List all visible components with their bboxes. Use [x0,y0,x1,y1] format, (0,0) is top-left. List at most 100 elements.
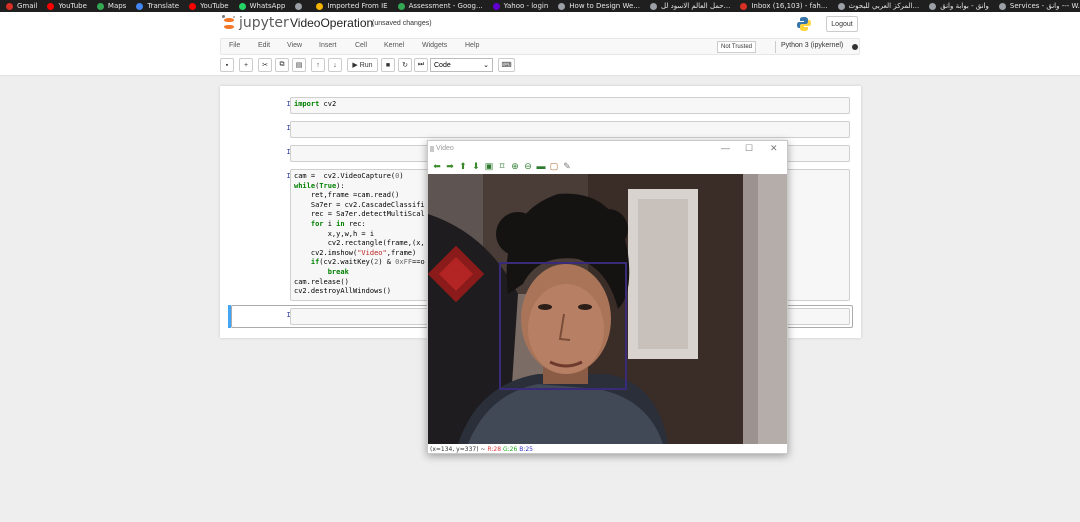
bookmark-favicon-icon [136,2,144,10]
video-status-bar: (x=134, y=337) ~ R:28 G:26 B:25 [430,446,533,453]
kernel-busy-icon [852,44,858,50]
jupyter-logo-text: jupyter [239,15,289,31]
menu-widgets[interactable]: Widgets [422,42,447,49]
bookmark-label: YouTube [200,2,229,10]
bookmark-item[interactable]: Yahoo - login [492,2,549,10]
minimize-icon[interactable]: — [721,143,730,153]
cell-input[interactable]: import cv2 [290,97,850,114]
cell-type-value: Code [434,61,451,69]
copy-icon[interactable]: ⧉ [275,58,289,72]
zoom-fit-icon[interactable]: ▣ [484,161,494,171]
move-up-icon[interactable]: ↑ [311,58,325,72]
save-image-icon[interactable]: ▬ [536,161,546,171]
menu-file[interactable]: File [229,42,240,49]
paste-icon[interactable]: ▤ [292,58,306,72]
pan-up-icon[interactable]: ⬆ [458,161,468,171]
keyboard-icon[interactable]: ⌨ [498,58,515,72]
bookmark-favicon-icon [998,2,1006,10]
bookmark-label: Inbox (16,103) - fah... [751,2,828,10]
save-icon[interactable]: ▪ [220,58,234,72]
menu-view[interactable]: View [287,42,302,49]
copy-image-icon[interactable]: ▢ [549,161,559,171]
bookmark-label: WhatsApp [249,2,286,10]
bookmark-item[interactable]: How to Design We... [558,2,640,10]
menu-insert[interactable]: Insert [319,42,337,49]
move-down-icon[interactable]: ↓ [328,58,342,72]
menubar: File Edit View Insert Cell Kernel Widget… [220,38,860,55]
bookmarks-bar: Gmail YouTube Maps Translate YouTube WhatsApp… [0,0,1080,12]
code-cell[interactable]: In [1]: import cv2 [220,96,861,118]
bookmark-favicon-icon [492,2,500,10]
run-button[interactable]: ▶ Run [347,58,378,72]
bookmark-label: وانق - بوابة وانق [940,2,989,10]
bookmark-label: Translate [147,2,180,10]
trust-indicator[interactable]: Not Trusted [717,41,757,53]
zoom-original-icon[interactable]: ⌑ [497,161,507,171]
bookmark-item[interactable]: وانق - بوابة وانق [929,2,989,10]
bookmark-favicon-icon [295,2,303,10]
code-cell[interactable]: In [ ]: [220,120,861,142]
bookmark-label: YouTube [58,2,87,10]
bookmark-label: حمل العالم الاسود لل... [660,2,731,10]
menu-kernel[interactable]: Kernel [384,42,404,49]
toolbar: ▪ + ✂ ⧉ ▤ ↑ ↓ ▶ Run ■ ↻ ⏭ Code ⌄ ⌨ [220,58,860,73]
menu-help[interactable]: Help [465,42,479,49]
bookmark-label: Services - وانق --- W... [1009,2,1080,10]
bookmark-item[interactable] [295,2,306,10]
logout-button[interactable]: Logout [826,16,858,32]
restart-icon[interactable]: ↻ [398,58,412,72]
bookmark-label: Maps [107,2,127,10]
pixel-green-value: G:26 [502,446,518,453]
video-frame [428,174,787,444]
notebook-name[interactable]: VideoOperation [290,16,373,30]
bookmark-favicon-icon [96,2,104,10]
restart-run-all-icon[interactable]: ⏭ [414,58,428,72]
bookmark-item[interactable]: Imported From IE [316,2,388,10]
jupyter-logo-icon [222,15,236,31]
bookmark-label: Assessment - Goog... [408,2,483,10]
cell-input[interactable] [290,121,850,138]
bookmark-label: Yahoo - login [503,2,549,10]
chevron-down-icon: ⌄ [483,62,489,69]
bookmark-label: المركز العربي للبحوث... [848,2,920,10]
properties-icon[interactable]: ✎ [562,161,572,171]
video-window[interactable]: Video — ☐ ✕ ⬅ ➡ ⬆ ⬇ ▣ ⌑ ⊕ ⊖ ▬ ▢ ✎ (x=134… [427,140,788,454]
jupyter-header: jupyter VideoOperation (unsaved changes)… [0,12,1080,76]
bookmark-favicon-icon [837,2,845,10]
cut-icon[interactable]: ✂ [258,58,272,72]
bookmark-favicon-icon [397,2,405,10]
bookmark-item[interactable]: Inbox (16,103) - fah... [740,2,828,10]
pan-right-icon[interactable]: ➡ [445,161,455,171]
bookmark-item[interactable]: Maps [96,2,127,10]
bookmark-item[interactable]: WhatsApp [238,2,286,10]
bookmark-item[interactable]: Translate [136,2,179,10]
kernel-separator [775,41,776,53]
maximize-icon[interactable]: ☐ [745,143,753,154]
bookmark-item[interactable]: المركز العربي للبحوث... [837,2,920,10]
pan-down-icon[interactable]: ⬇ [471,161,481,171]
camera-frame-image [428,174,787,444]
bookmark-item[interactable]: Gmail [6,2,37,10]
bookmark-favicon-icon [189,2,197,10]
zoom-out-icon[interactable]: ⊖ [523,161,533,171]
zoom-in-icon[interactable]: ⊕ [510,161,520,171]
bookmark-item[interactable]: YouTube [189,2,229,10]
cell-type-select[interactable]: Code ⌄ [430,58,493,72]
add-cell-icon[interactable]: + [239,58,253,72]
close-icon[interactable]: ✕ [770,143,778,154]
bookmark-item[interactable]: Assessment - Goog... [397,2,483,10]
bookmark-favicon-icon [316,2,324,10]
bookmark-item[interactable]: Services - وانق --- W... [998,2,1080,10]
cursor-coordinates: (x=134, y=337) ~ [430,446,486,453]
menu-edit[interactable]: Edit [258,42,270,49]
bookmark-favicon-icon [649,2,657,10]
menu-cell[interactable]: Cell [355,42,367,49]
bookmark-item[interactable]: حمل العالم الاسود لل... [649,2,731,10]
jupyter-logo[interactable]: jupyter [222,15,289,31]
bookmark-favicon-icon [929,2,937,10]
cell-code: import cv2 [294,100,337,108]
stop-icon[interactable]: ■ [381,58,395,72]
bookmark-item[interactable]: YouTube [47,2,87,10]
pixel-blue-value: B:25 [519,446,533,453]
pan-left-icon[interactable]: ⬅ [432,161,442,171]
